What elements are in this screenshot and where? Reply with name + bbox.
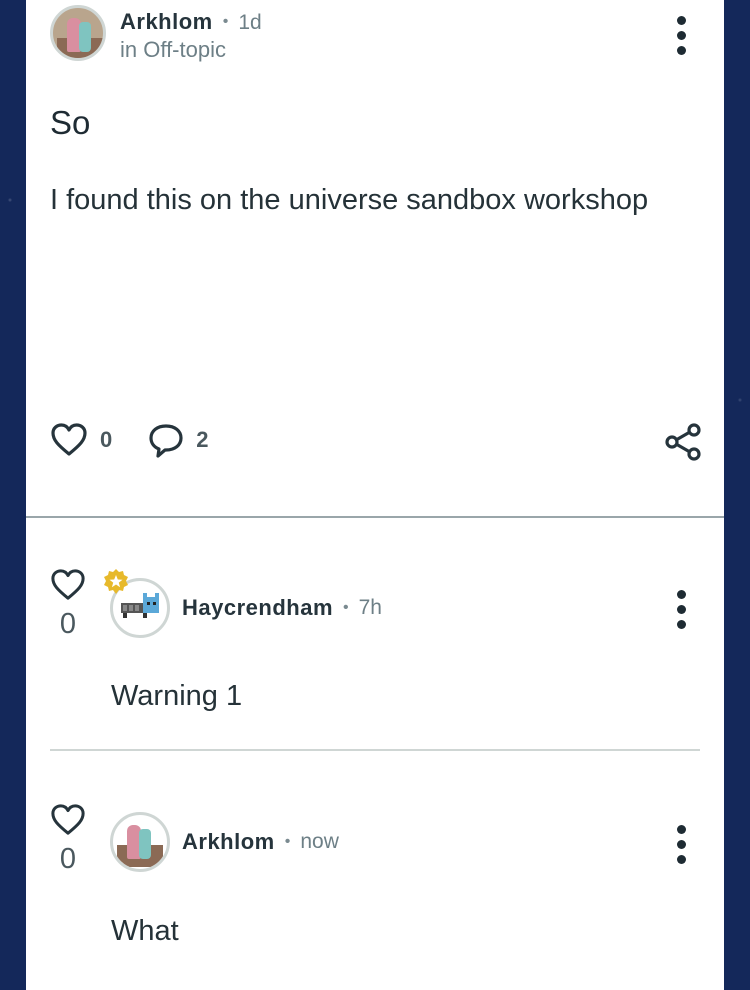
heart-outline-icon (51, 569, 85, 600)
post-panel: Arkhlom • 1d in Off-topic So I found thi… (26, 0, 724, 990)
commenter-avatar[interactable] (110, 812, 170, 872)
comment-divider (50, 749, 700, 751)
comment-like-button[interactable]: 0 (50, 803, 86, 876)
comment-like-count: 0 (59, 843, 77, 875)
separator-dot: • (284, 833, 291, 850)
comment-count: 2 (196, 427, 209, 452)
post-author-name[interactable]: Arkhlom (120, 11, 213, 33)
post-timestamp: 1d (238, 10, 262, 34)
comment-text: Warning 1 (111, 680, 243, 712)
post-menu-icon[interactable] (677, 16, 687, 55)
comment-button[interactable]: 2 (148, 422, 209, 458)
comment-like-count: 0 (59, 608, 77, 640)
comment-author-name[interactable]: Arkhlom (182, 829, 275, 855)
share-button[interactable] (664, 422, 704, 467)
comment-meta: Arkhlom • now (182, 829, 339, 855)
post-community[interactable]: in Off-topic (120, 39, 262, 61)
comment-timestamp: 7h (358, 596, 382, 619)
post-header: Arkhlom • 1d in Off-topic (50, 5, 262, 61)
separator-dot: • (222, 13, 229, 30)
comment-meta: Haycrendham • 7h (182, 595, 382, 621)
post-actions: 0 2 (50, 422, 245, 458)
comment-menu-icon[interactable] (677, 825, 687, 864)
post-body: I found this on the universe sandbox wor… (50, 184, 649, 216)
speech-bubble-icon (149, 424, 183, 458)
post-meta: Arkhlom • 1d in Off-topic (120, 5, 262, 61)
share-nodes-icon (665, 423, 701, 461)
like-count: 0 (100, 427, 113, 452)
author-avatar[interactable] (50, 5, 106, 61)
comment-like-button[interactable]: 0 (50, 568, 86, 641)
star-badge-icon (102, 568, 130, 596)
like-button[interactable]: 0 (50, 422, 112, 458)
comment-author-name[interactable]: Haycrendham (182, 595, 333, 621)
separator-dot: • (343, 599, 349, 616)
comment-timestamp: now (300, 830, 339, 853)
heart-outline-icon (51, 804, 85, 835)
comment-text: What (111, 915, 179, 947)
section-divider (26, 516, 724, 518)
heart-outline-icon (51, 423, 87, 456)
post-title: So (50, 104, 91, 141)
comment-menu-icon[interactable] (677, 590, 687, 629)
